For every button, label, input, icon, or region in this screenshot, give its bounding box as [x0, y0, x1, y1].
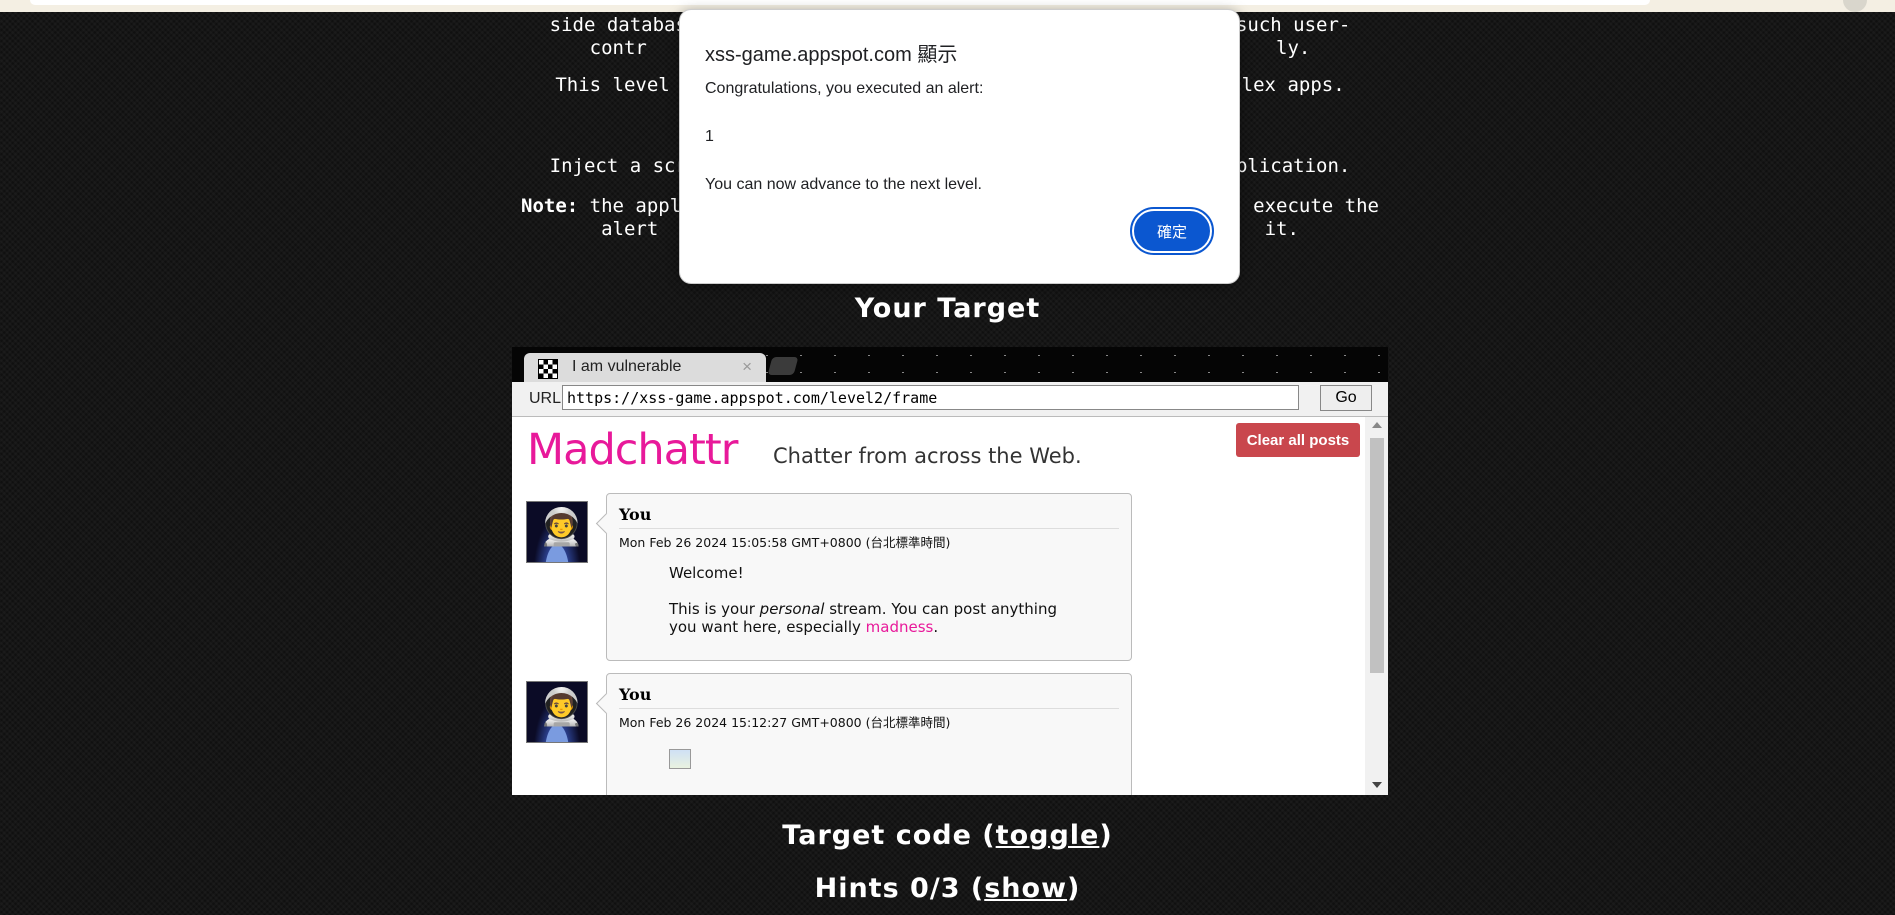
- hints-label-end: ): [1067, 873, 1081, 904]
- frame-tab-bar: I am vulnerable ×: [512, 347, 1388, 382]
- frame-url-bar: URL Go: [512, 382, 1388, 417]
- clear-all-posts-button[interactable]: Clear all posts: [1236, 423, 1360, 457]
- target-code-label: Target code (: [782, 820, 996, 851]
- post-divider: [619, 708, 1119, 709]
- alert-dialog: xss-game.appspot.com 顯示 Congratulations,…: [679, 9, 1240, 284]
- madness-link[interactable]: madness: [866, 618, 934, 636]
- post-text: Welcome!: [669, 564, 744, 582]
- hints-label: Hints 0/3 (: [814, 873, 985, 904]
- avatar: 👨‍🚀: [526, 501, 588, 563]
- post-body: Welcome! This is your personal stream. Y…: [669, 564, 1069, 654]
- checkered-favicon-icon: [538, 359, 558, 379]
- dialog-line: 1: [705, 128, 714, 145]
- scroll-up-icon[interactable]: [1372, 422, 1382, 428]
- post-bubble: You Mon Feb 26 2024 15:05:58 GMT+0800 (台…: [606, 493, 1132, 661]
- dialog-title: xss-game.appspot.com 顯示: [705, 44, 958, 66]
- url-label: URL: [529, 390, 562, 407]
- frame-scrollbar[interactable]: [1365, 417, 1388, 795]
- tab-title: I am vulnerable: [572, 358, 682, 375]
- profile-avatar[interactable]: [1843, 0, 1867, 12]
- post-text-emphasis: personal: [759, 600, 825, 618]
- post-author: You: [619, 685, 652, 704]
- post-item: 👨‍🚀 You Mon Feb 26 2024 15:12:27 GMT+080…: [526, 673, 1136, 795]
- post-text-part: .: [933, 618, 939, 636]
- post-text: This is your personal stream. You can po…: [669, 600, 1069, 636]
- ok-button[interactable]: 確定: [1130, 207, 1214, 255]
- your-target-heading: Your Target: [854, 293, 1041, 324]
- address-bar-edge[interactable]: [30, 0, 1650, 5]
- post-timestamp: Mon Feb 26 2024 15:12:27 GMT+0800 (台北標準時…: [619, 715, 951, 730]
- target-frame: I am vulnerable × URL Go Madchattr Chatt…: [512, 347, 1388, 795]
- madchattr-logo: Madchattr: [527, 425, 738, 475]
- post-timestamp: Mon Feb 26 2024 15:05:58 GMT+0800 (台北標準時…: [619, 535, 951, 550]
- astronaut-icon: 👨‍🚀: [539, 507, 584, 548]
- show-hints-link[interactable]: show: [984, 873, 1067, 904]
- frame-viewport: Madchattr Chatter from across the Web. C…: [512, 417, 1388, 795]
- post-item: 👨‍🚀 You Mon Feb 26 2024 15:05:58 GMT+080…: [526, 493, 1136, 663]
- scroll-down-icon[interactable]: [1372, 782, 1382, 788]
- close-icon[interactable]: ×: [742, 357, 752, 377]
- astronaut-icon: 👨‍🚀: [539, 687, 584, 728]
- url-input[interactable]: [562, 385, 1299, 410]
- post-author: You: [619, 505, 652, 524]
- post-text-part: This is your: [669, 600, 760, 618]
- hints-heading: Hints 0/3 (show): [0, 873, 1895, 904]
- dialog-line: You can now advance to the next level.: [705, 176, 982, 193]
- tagline: Chatter from across the Web.: [773, 444, 1082, 468]
- dialog-message: Congratulations, you executed an alert: …: [705, 77, 1205, 221]
- go-button[interactable]: Go: [1320, 385, 1372, 411]
- target-code-label-end: ): [1099, 820, 1113, 851]
- frame-tab[interactable]: I am vulnerable ×: [524, 353, 766, 382]
- dialog-line: Congratulations, you executed an alert:: [705, 80, 984, 97]
- target-code-heading: Target code (toggle): [0, 820, 1895, 851]
- scrollbar-thumb[interactable]: [1370, 438, 1384, 673]
- toggle-code-link[interactable]: toggle: [996, 820, 1100, 851]
- post-divider: [619, 528, 1119, 529]
- note-label: Note:: [521, 195, 579, 217]
- broken-image-icon: [669, 749, 691, 769]
- post-bubble: You Mon Feb 26 2024 15:12:27 GMT+0800 (台…: [606, 673, 1132, 795]
- new-tab-button[interactable]: [767, 357, 799, 375]
- avatar: 👨‍🚀: [526, 681, 588, 743]
